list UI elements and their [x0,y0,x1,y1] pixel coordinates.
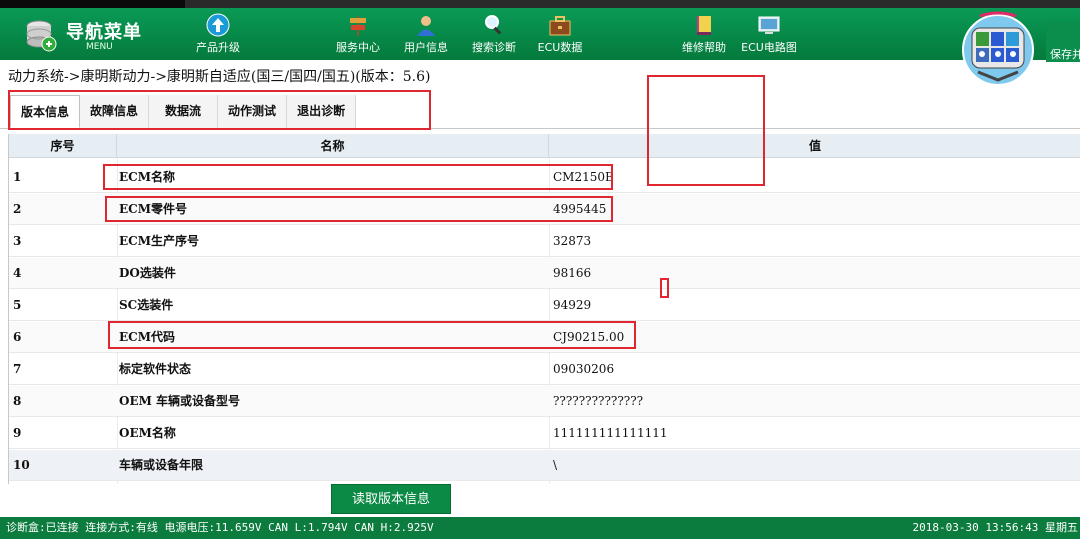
nav-repair-help[interactable]: 维修帮助 [674,8,734,60]
magnifier-icon [485,15,502,35]
row-value: 111111111111111 [553,426,668,440]
nav-product-upgrade[interactable]: 产品升级 [188,8,248,60]
nav-label: 用户信息 [404,41,448,54]
header-name: 名称 [117,134,549,158]
table-row[interactable]: 2 ECM零件号 4995445 [9,194,1080,225]
book-icon [697,16,711,35]
nav-label: ECU电路图 [741,41,797,54]
row-name: ECM生产序号 [119,234,199,248]
top-nav-bar: 导航菜单 MENU 产品升级 服务中心 用户信息 搜索诊断 ECU数据 维修帮助… [0,0,1080,86]
tab-action-test[interactable]: 动作测试 [218,95,288,128]
row-name: 车辆或设备年限 [119,458,204,472]
version-info-table: 序号 名称 值 1 ECM名称 CM2150E 2 ECM零件号 4995445… [8,134,1080,484]
top-strip [185,0,1080,8]
user-icon [417,16,435,36]
nav-menu-subtitle: MENU [86,42,113,52]
row-no: 5 [13,298,22,312]
tab-data-stream[interactable]: 数据流 [149,95,219,128]
connection-status: 诊断盒:已连接 连接方式:有线 电源电压:11.659V CAN L:1.794… [6,521,434,534]
nav-label: 维修帮助 [682,41,726,54]
table-row[interactable]: 7 标定软件状态 09030206 [9,354,1080,385]
table-row[interactable]: 1 ECM名称 CM2150E [9,162,1080,193]
nav-label: 服务中心 [336,41,380,54]
header-value: 值 [808,139,821,153]
row-name: ECM代码 [119,330,175,344]
row-no: 2 [13,202,22,216]
briefcase-icon [549,16,571,36]
robot-badge-icon [962,11,1034,86]
nav-label: 搜索诊断 [472,41,516,54]
tab-version-info[interactable]: 版本信息 [10,95,81,128]
breadcrumb: 动力系统->康明斯动力->康明斯自适应(国三/国四/国五)(版本：5.6) [8,69,431,85]
status-bar: 诊断盒:已连接 连接方式:有线 电源电压:11.659V CAN L:1.794… [0,517,1080,539]
signpost-icon [350,16,366,36]
nav-service-center[interactable]: 服务中心 [328,8,388,60]
table-header: 序号 名称 值 [9,134,1080,158]
tab-divider [0,128,1080,129]
table-row[interactable]: 10 车辆或设备年限 \ [9,450,1080,481]
header-no: 序号 [9,134,117,158]
tab-exit-diagnosis[interactable]: 退出诊断 [287,95,357,128]
nav-ecu-data[interactable]: ECU数据 [530,8,590,60]
row-no: 7 [13,362,22,376]
upgrade-icon [206,13,230,37]
row-no: 1 [13,170,22,184]
row-name: SC选装件 [119,298,174,312]
table-row[interactable]: 4 DO选装件 98166 [9,258,1080,289]
nav-menu-title: 导航菜单 [66,22,142,43]
row-no: 4 [13,266,22,280]
row-value: \ [553,458,558,472]
table-row[interactable]: 9 OEM名称 111111111111111 [9,418,1080,449]
row-name: ECM名称 [119,170,175,184]
row-value: 4995445 [553,202,607,216]
table-row[interactable]: 6 ECM代码 CJ90215.00 [9,322,1080,353]
row-name: DO选装件 [119,266,176,280]
row-name: 标定软件状态 [119,362,192,376]
nav-label: 产品升级 [196,41,240,54]
nav-label: ECU数据 [537,41,583,54]
row-name: OEM 车辆或设备型号 [119,394,241,408]
row-value: CJ90215.00 [553,330,625,344]
row-no: 10 [13,458,30,472]
nav-search-diagnosis[interactable]: 搜索诊断 [464,8,524,60]
row-value: 94929 [553,298,592,312]
row-name: ECM零件号 [119,202,187,216]
nav-user-info[interactable]: 用户信息 [396,8,456,60]
monitor-icon [758,16,780,34]
row-value: ?????????????? [553,394,644,408]
row-no: 9 [13,426,22,440]
row-no: 8 [13,394,22,408]
tab-bar: 版本信息 故障信息 数据流 动作测试 退出诊断 [10,95,357,129]
read-version-info-button[interactable]: 读取版本信息 [331,484,451,514]
datetime-status: 2018-03-30 13:56:43 星期五 [912,521,1078,534]
database-icon [26,20,57,52]
table-row[interactable]: 8 OEM 车辆或设备型号 ?????????????? [9,386,1080,417]
table-row[interactable]: 3 ECM生产序号 32873 [9,226,1080,257]
tab-fault-info[interactable]: 故障信息 [80,95,150,128]
row-no: 6 [13,330,22,344]
row-value: 09030206 [553,362,615,376]
row-value: 98166 [553,266,592,280]
save-button[interactable]: 保存并 [1046,22,1080,62]
row-value: 32873 [553,234,592,248]
nav-ecu-circuit[interactable]: ECU电路图 [736,8,802,60]
table-row[interactable]: 5 SC选装件 94929 [9,290,1080,321]
row-value: CM2150E [553,170,614,184]
nav-menu-button[interactable]: 导航菜单 MENU [20,14,180,54]
row-no: 3 [13,234,22,248]
row-name: OEM名称 [119,426,176,440]
